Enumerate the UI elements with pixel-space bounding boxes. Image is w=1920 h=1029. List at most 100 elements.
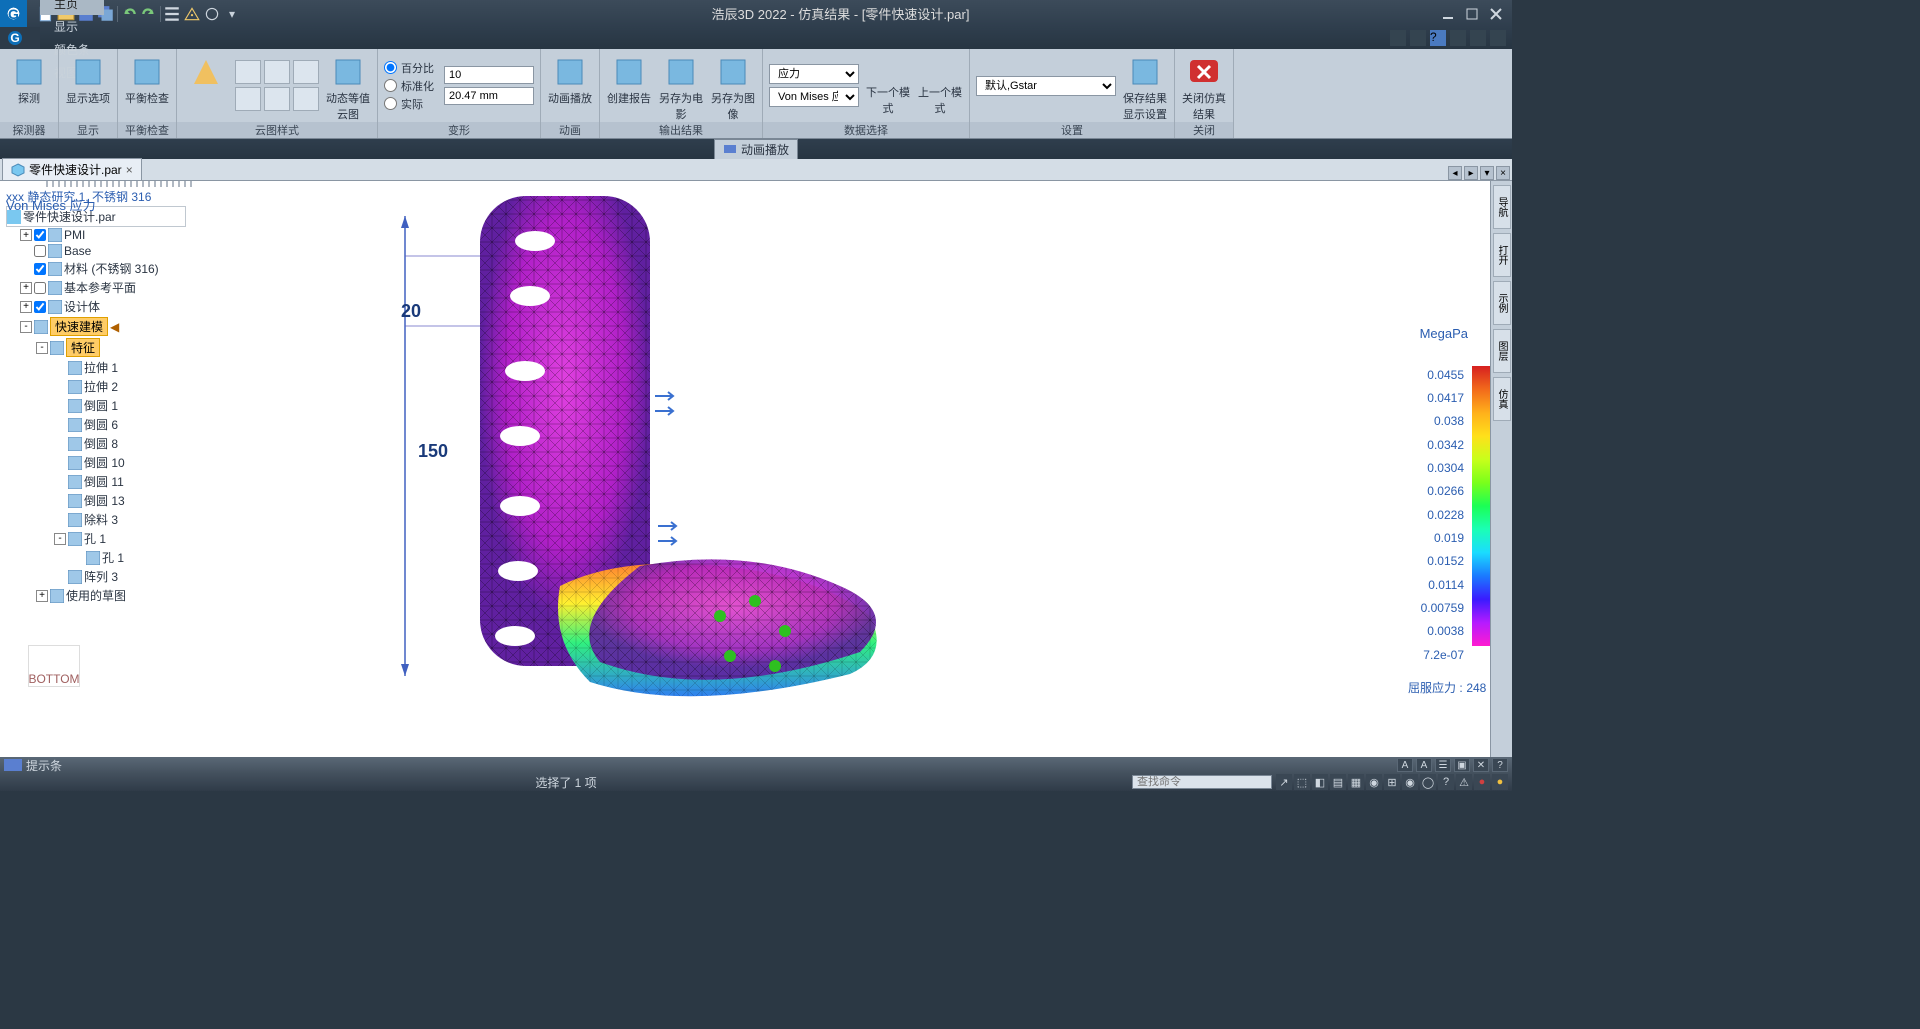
ribbon-tab-1[interactable]: 显示 xyxy=(40,15,104,38)
tree-node-16[interactable]: -孔 1 xyxy=(6,529,236,548)
ribbon-btn-平衡检查[interactable]: 平衡检查 xyxy=(124,56,170,116)
contour-style-4[interactable] xyxy=(264,87,290,111)
expand-icon[interactable]: + xyxy=(20,229,32,241)
status-icon-0[interactable]: ↗ xyxy=(1276,774,1292,790)
tree-node-15[interactable]: 除料 3 xyxy=(6,510,236,529)
dock-item-2[interactable]: 示例 xyxy=(1493,281,1511,325)
tree-node-6[interactable]: -特征 xyxy=(6,337,236,358)
app-menu-icon[interactable]: G xyxy=(0,27,40,49)
expand-icon[interactable]: + xyxy=(20,282,32,294)
tree-node-7[interactable]: 拉伸 1 xyxy=(6,358,236,377)
status-icon-12[interactable]: ● xyxy=(1492,774,1508,790)
select-设置-0[interactable]: 默认,Gstar xyxy=(976,76,1116,96)
deform-input-0[interactable] xyxy=(444,66,534,84)
deform-radio-2[interactable]: 实际 xyxy=(384,96,434,112)
doc-nav-list[interactable]: ▾ xyxy=(1480,166,1494,180)
ribbon-tab-0[interactable]: 主页 xyxy=(40,0,104,15)
ribbon-help-icon[interactable]: ? xyxy=(1430,30,1446,46)
tree-checkbox[interactable] xyxy=(34,282,46,294)
tree-node-4[interactable]: +设计体 xyxy=(6,297,236,316)
minimize-button[interactable] xyxy=(1440,6,1456,22)
contour-style-1[interactable] xyxy=(264,60,290,84)
ribbon-btn-动态等值云图[interactable]: 动态等值云图 xyxy=(325,56,371,116)
expand-icon[interactable]: + xyxy=(36,590,48,602)
status-icon-8[interactable]: ◯ xyxy=(1420,774,1436,790)
qa-list-icon[interactable] xyxy=(163,5,181,23)
ribbon-child-min-icon[interactable] xyxy=(1450,30,1466,46)
tree-checkbox[interactable] xyxy=(34,263,46,275)
hint-btn-0[interactable]: A xyxy=(1397,758,1413,772)
qa-triangle-icon[interactable] xyxy=(183,5,201,23)
status-icon-3[interactable]: ▤ xyxy=(1330,774,1346,790)
status-icon-9[interactable]: ? xyxy=(1438,774,1454,790)
tree-node-17[interactable]: 孔 1 xyxy=(6,548,236,567)
hint-btn-2[interactable]: ☰ xyxy=(1435,758,1451,772)
ribbon-child-max-icon[interactable] xyxy=(1470,30,1486,46)
tree-node-3[interactable]: +基本参考平面 xyxy=(6,278,236,297)
hint-btn-5[interactable]: ? xyxy=(1492,758,1508,772)
doc-nav-next[interactable]: ▸ xyxy=(1464,166,1478,180)
ribbon-right-2-icon[interactable] xyxy=(1410,30,1426,46)
tree-node-18[interactable]: 阵列 3 xyxy=(6,567,236,586)
contour-style-3[interactable] xyxy=(235,87,261,111)
tree-node-8[interactable]: 拉伸 2 xyxy=(6,377,236,396)
select-数据选择-1[interactable]: Von Mises 应 xyxy=(769,87,859,107)
tree-checkbox[interactable] xyxy=(34,245,46,257)
ribbon-child-close-icon[interactable] xyxy=(1490,30,1506,46)
nav-cube[interactable]: BOTTOM xyxy=(28,645,80,687)
doc-nav-close[interactable]: × xyxy=(1496,166,1510,180)
tree-node-13[interactable]: 倒圆 11 xyxy=(6,472,236,491)
tree-node-11[interactable]: 倒圆 8 xyxy=(6,434,236,453)
tree-node-0[interactable]: +PMI xyxy=(6,227,236,243)
status-icon-11[interactable]: ● xyxy=(1474,774,1490,790)
expand-icon[interactable]: + xyxy=(20,301,32,313)
dock-item-4[interactable]: 仿真 xyxy=(1493,377,1511,421)
ribbon-btn-保存结果显示设置[interactable]: 保存结果显示设置 xyxy=(1122,56,1168,116)
command-search-input[interactable] xyxy=(1132,775,1272,789)
ribbon-btn-另存为电影[interactable]: 另存为电影 xyxy=(658,56,704,116)
contour-style-5[interactable] xyxy=(293,87,319,111)
ribbon-btn-创建报告[interactable]: 创建报告 xyxy=(606,56,652,116)
ribbon-btn-动画播放[interactable]: 动画播放 xyxy=(547,56,593,116)
deform-radio-0[interactable]: 百分比 xyxy=(384,60,434,76)
hint-btn-3[interactable]: ▣ xyxy=(1454,758,1470,772)
status-icon-4[interactable]: ▦ xyxy=(1348,774,1364,790)
qa-undo[interactable] xyxy=(120,5,138,23)
expand-icon[interactable]: - xyxy=(20,321,32,333)
qa-redo[interactable] xyxy=(140,5,158,23)
contour-style-2[interactable] xyxy=(293,60,319,84)
dock-item-0[interactable]: 导航 xyxy=(1493,185,1511,229)
style-icon[interactable] xyxy=(183,56,229,116)
tree-node-2[interactable]: 材料 (不锈钢 316) xyxy=(6,259,236,278)
select-数据选择-0[interactable]: 应力 xyxy=(769,64,859,84)
deform-input-1[interactable] xyxy=(444,87,534,105)
tree-node-9[interactable]: 倒圆 1 xyxy=(6,396,236,415)
tree-node-5[interactable]: -快速建模 ◀ xyxy=(6,316,236,337)
maximize-button[interactable] xyxy=(1464,6,1480,22)
status-icon-1[interactable]: ⬚ xyxy=(1294,774,1310,790)
deform-radio-1[interactable]: 标准化 xyxy=(384,78,434,94)
ribbon-btn-显示选项[interactable]: 显示选项 xyxy=(65,56,111,116)
tree-node-10[interactable]: 倒圆 6 xyxy=(6,415,236,434)
expand-icon[interactable]: - xyxy=(54,533,66,545)
ribbon-btn-探测[interactable]: 探测 xyxy=(6,56,52,116)
hint-btn-1[interactable]: A xyxy=(1416,758,1432,772)
document-tab-close[interactable]: × xyxy=(126,163,133,177)
dock-item-3[interactable]: 图层 xyxy=(1493,329,1511,373)
contour-style-0[interactable] xyxy=(235,60,261,84)
ribbon-right-1-icon[interactable] xyxy=(1390,30,1406,46)
ribbon-btn-关闭仿真结果[interactable]: 关闭仿真结果 xyxy=(1181,56,1227,116)
status-icon-2[interactable]: ◧ xyxy=(1312,774,1328,790)
expand-icon[interactable]: - xyxy=(36,342,48,354)
sub-tool-animate[interactable]: 动画播放 xyxy=(714,139,798,160)
tree-node-19[interactable]: +使用的草图 xyxy=(6,586,236,605)
tree-node-12[interactable]: 倒圆 10 xyxy=(6,453,236,472)
status-icon-5[interactable]: ◉ xyxy=(1366,774,1382,790)
dock-item-1[interactable]: 打开 xyxy=(1493,233,1511,277)
qa-circle-icon[interactable] xyxy=(203,5,221,23)
tree-checkbox[interactable] xyxy=(34,229,46,241)
close-button[interactable] xyxy=(1488,6,1504,22)
qa-dropdown-icon[interactable]: ▾ xyxy=(223,5,241,23)
status-icon-7[interactable]: ◉ xyxy=(1402,774,1418,790)
status-icon-6[interactable]: ⊞ xyxy=(1384,774,1400,790)
